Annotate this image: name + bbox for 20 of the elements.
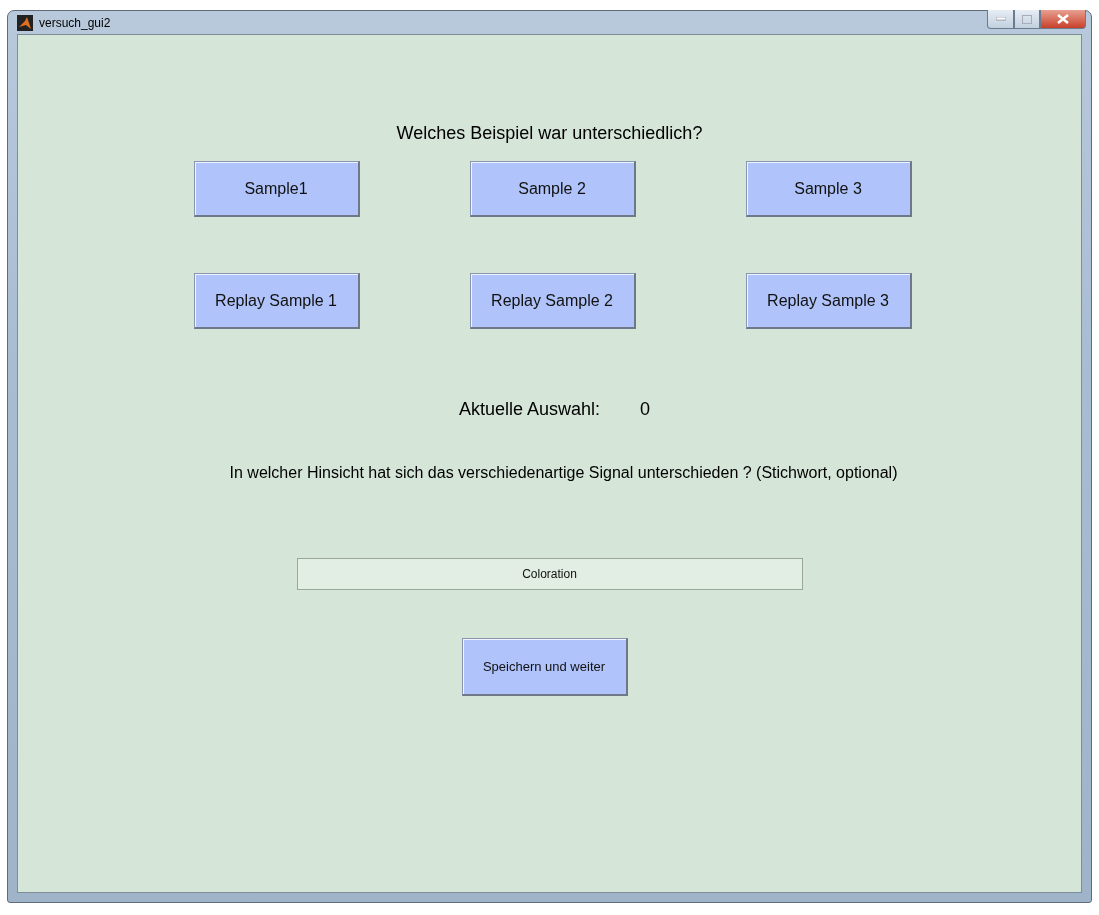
close-icon: [1057, 14, 1069, 24]
save-next-button[interactable]: Speichern und weiter: [461, 638, 628, 696]
close-button[interactable]: [1040, 10, 1086, 29]
selection-label: Aktuelle Auswahl:: [458, 399, 601, 420]
window-title: versuch_gui2: [39, 15, 111, 30]
maximize-icon: [1022, 14, 1032, 24]
maximize-button[interactable]: [1014, 10, 1040, 29]
app-icon: [17, 14, 33, 31]
sample-button[interactable]: Sample 2: [469, 161, 636, 217]
question-text: In welcher Hinsicht hat sich das verschiedenartige Signal unterschieden ? (Stichwort, optional): [229, 464, 898, 482]
replay-button[interactable]: Replay Sample 1: [193, 273, 360, 329]
question-heading: Welches Beispiel war unterschiedlich?: [396, 123, 703, 144]
answer-field[interactable]: Coloration: [296, 558, 803, 590]
minimize-button[interactable]: [987, 10, 1014, 29]
replay-button[interactable]: Replay Sample 2: [469, 273, 636, 329]
sample-button[interactable]: Sample 3: [745, 161, 912, 217]
replay-button[interactable]: Replay Sample 3: [745, 273, 912, 329]
sample-button[interactable]: Sample1: [193, 161, 360, 217]
selection-value: 0: [640, 399, 651, 420]
minimize-icon: [995, 17, 1006, 21]
